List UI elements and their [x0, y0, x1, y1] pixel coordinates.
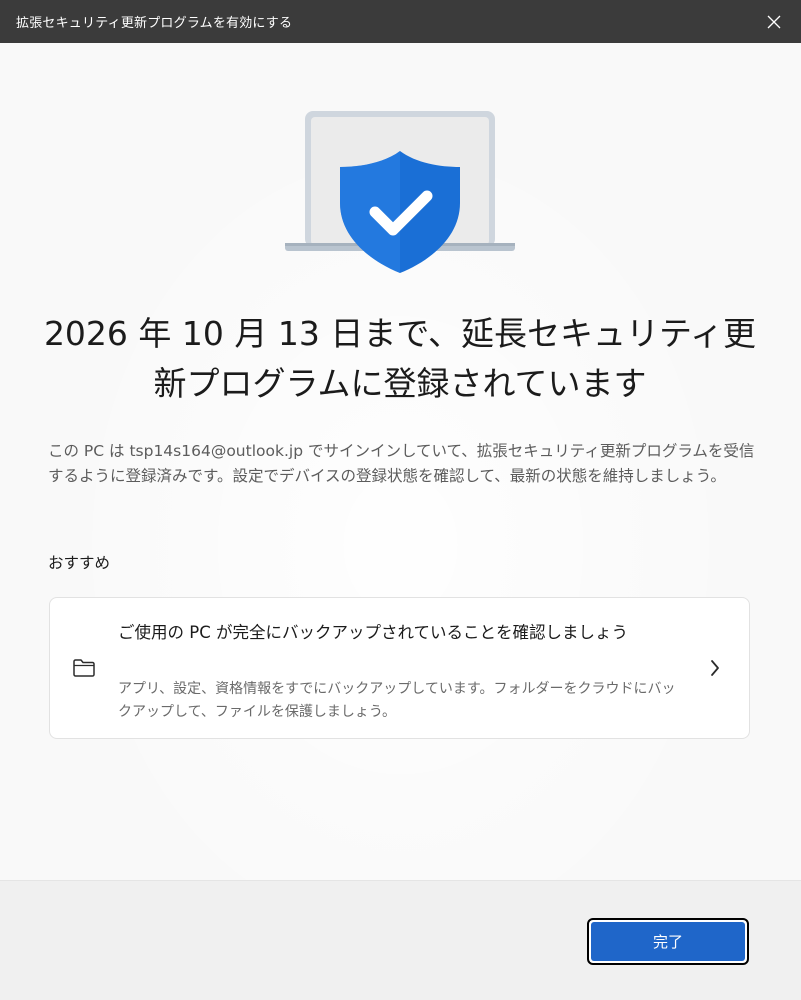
laptop-shield-check-icon — [285, 111, 515, 273]
folder-icon — [73, 659, 95, 677]
section-label: おすすめ — [48, 554, 111, 572]
body-text: この PC は tsp14s164@outlook.jp でサインインしていて、… — [48, 442, 755, 485]
backup-recommendation-card[interactable]: ご使用の PC が完全にバックアップされていることを確認しましょう アプリ、設定… — [49, 597, 750, 739]
content-area: 2026 年 10 月 13 日まで、延長セキュリティ更新プログラムに登録されて… — [0, 43, 801, 880]
close-icon — [767, 15, 781, 29]
title-bar: 拡張セキュリティ更新プログラムを有効にする — [0, 0, 801, 43]
headline: 2026 年 10 月 13 日まで、延長セキュリティ更新プログラムに登録されて… — [43, 314, 757, 403]
done-button-label: 完了 — [591, 922, 745, 961]
window-title: 拡張セキュリティ更新プログラムを有効にする — [16, 16, 293, 31]
close-button[interactable] — [761, 9, 787, 35]
card-title: ご使用の PC が完全にバックアップされていることを確認しましょう — [118, 623, 628, 642]
chevron-right-icon — [711, 660, 719, 676]
done-button[interactable]: 完了 — [587, 918, 749, 965]
card-description: アプリ、設定、資格情報をすでにバックアップしています。フォルダーをクラウドにバッ… — [118, 681, 676, 720]
